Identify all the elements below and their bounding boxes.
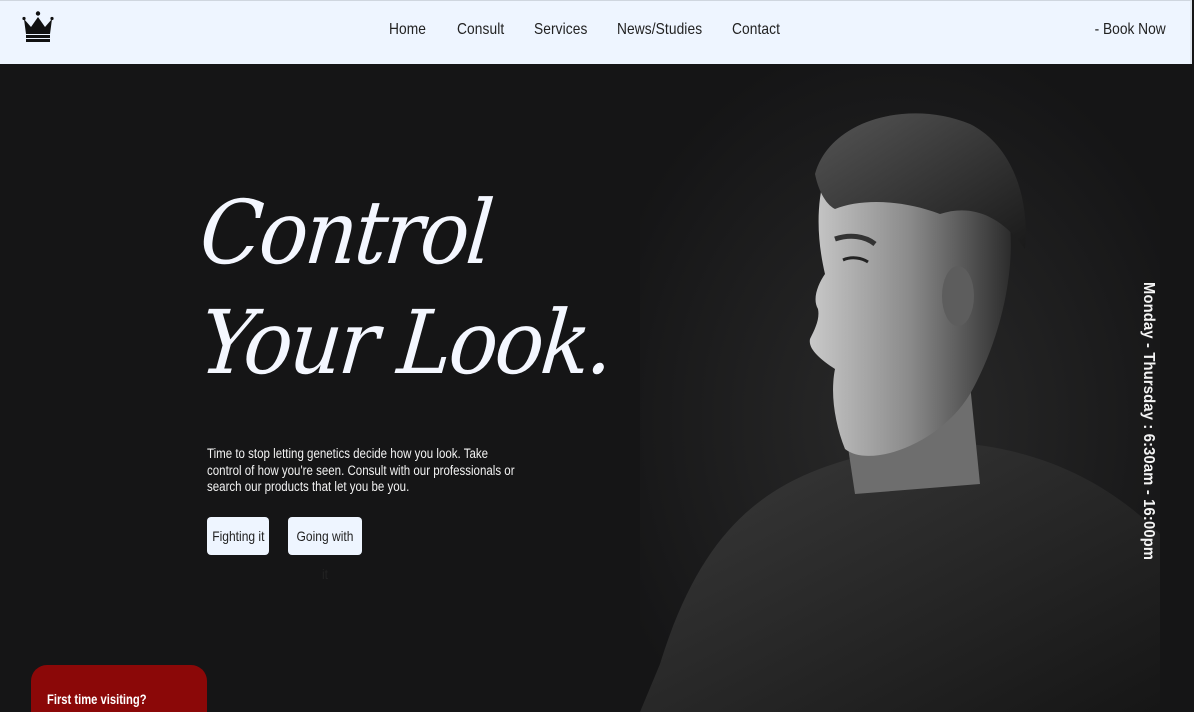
hero-headline: Control Your Look.	[196, 181, 645, 419]
page: Home Consult Services News/Studies Conta…	[0, 0, 1194, 712]
going-with-it-button[interactable]: Going with it	[288, 517, 362, 582]
nav-item-consult[interactable]: Consult	[457, 21, 504, 39]
main-nav: Home Consult Services News/Studies Conta…	[0, 1, 1190, 65]
site-header: Home Consult Services News/Studies Conta…	[0, 0, 1192, 64]
headline-line-1: Control	[195, 181, 496, 284]
first-visit-label: First time visiting?	[47, 691, 147, 707]
first-visit-panel[interactable]: First time visiting?	[31, 665, 207, 712]
opening-hours-text: Monday - Thursday : 6:30am - 16:00pm	[1140, 282, 1157, 561]
hero-section: Control Your Look. Time to stop letting …	[0, 64, 1194, 712]
nav-item-news-studies[interactable]: News/Studies	[617, 21, 702, 39]
going-with-it-label: Going with it	[296, 528, 354, 582]
headline-line-2: Your Look.	[195, 291, 616, 394]
opening-hours: Monday - Thursday : 6:30am - 16:00pm	[1139, 282, 1159, 560]
man-portrait-image	[640, 64, 1160, 712]
nav-item-home[interactable]: Home	[389, 21, 426, 39]
book-now-link[interactable]: - Book Now	[1095, 21, 1166, 39]
fighting-it-label: Fighting it	[211, 528, 265, 544]
nav-item-contact[interactable]: Contact	[732, 21, 780, 39]
nav-item-services[interactable]: Services	[534, 21, 587, 39]
fighting-it-button[interactable]: Fighting it	[207, 517, 269, 555]
hero-tagline: Time to stop letting genetics decide how…	[207, 446, 515, 494]
